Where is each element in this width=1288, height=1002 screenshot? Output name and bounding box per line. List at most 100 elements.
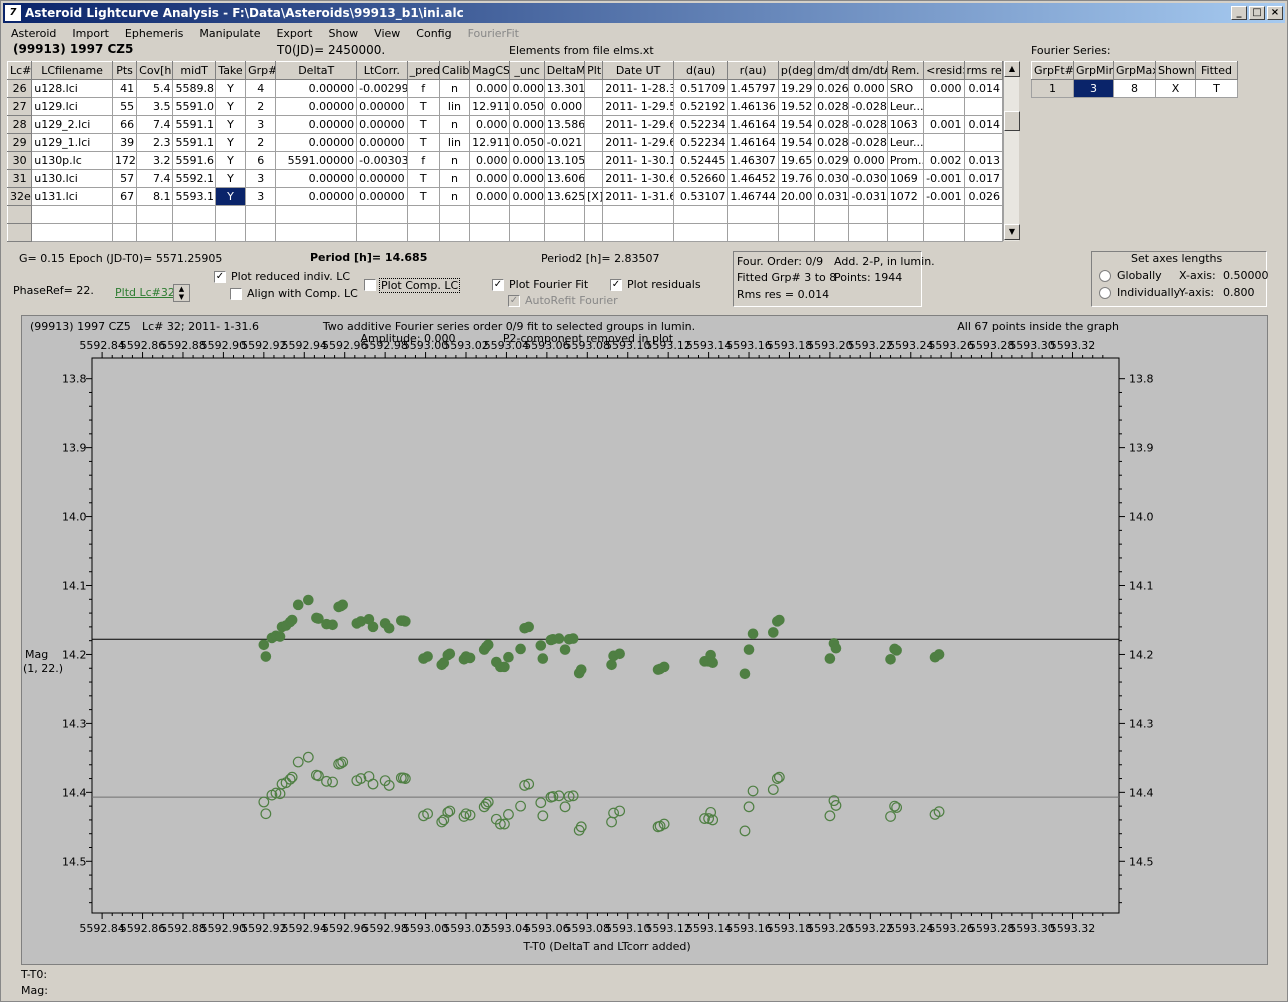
table-cell[interactable]	[543, 205, 586, 224]
table-cell[interactable]: 0.52660	[672, 169, 729, 188]
column-header[interactable]: Lc#	[6, 61, 33, 80]
table-cell[interactable]: 1.46452	[727, 169, 779, 188]
column-header[interactable]: Date UT	[602, 61, 674, 80]
table-cell[interactable]: T	[406, 115, 440, 134]
scroll-up-button[interactable]: ▲	[1004, 61, 1020, 77]
table-cell[interactable]: 0.000	[923, 79, 965, 98]
table-cell[interactable]	[406, 205, 440, 224]
table-cell[interactable]	[214, 205, 247, 224]
table-cell[interactable]	[814, 223, 850, 242]
table-cell[interactable]: 0.000	[848, 151, 888, 170]
table-cell[interactable]: 0.050	[509, 97, 545, 116]
checkbox-align-comp[interactable]	[230, 288, 242, 300]
table-cell[interactable]: u128.lci	[31, 79, 113, 98]
column-header[interactable]: d(au)	[672, 61, 729, 80]
table-cell[interactable]: 1	[1031, 79, 1074, 98]
table-cell[interactable]: 2011- 1-29.6	[602, 115, 674, 134]
table-cell[interactable]: 3.2	[136, 151, 174, 170]
plot-area[interactable]: (99913) 1997 CZ5 Lc# 32; 2011- 1-31.6 Two …	[21, 315, 1268, 965]
table-cell[interactable]: 0.00000	[275, 187, 358, 206]
table-cell[interactable]: 5.4	[136, 79, 174, 98]
menu-item-show[interactable]: Show	[320, 27, 366, 40]
column-header[interactable]: Cov[h]	[136, 61, 174, 80]
table-cell[interactable]	[777, 223, 816, 242]
table-cell[interactable]: -0.00303	[356, 151, 408, 170]
table-cell[interactable]: 0.029	[814, 151, 850, 170]
table-cell[interactable]: 2011- 1-31.6	[602, 187, 674, 206]
column-header[interactable]: Grp#	[245, 61, 277, 80]
table-cell[interactable]: T	[406, 133, 440, 152]
x-axis-value[interactable]: 0.50000	[1223, 269, 1269, 282]
table-cell[interactable]	[727, 205, 779, 224]
table-cell[interactable]: Y	[214, 79, 247, 98]
table-cell[interactable]: Y	[214, 151, 247, 170]
table-cell[interactable]: 0.000	[509, 187, 545, 206]
checkbox-plot-reduced[interactable]: ✓	[214, 271, 226, 283]
table-cell[interactable]	[469, 205, 511, 224]
title-bar[interactable]: 7 Asteroid Lightcurve Analysis - F:\Data…	[3, 3, 1285, 23]
table-cell[interactable]: 0.026	[814, 79, 850, 98]
table-cell[interactable]: 67	[111, 187, 138, 206]
table-cell[interactable]: 3	[245, 187, 277, 206]
table-row[interactable]	[6, 223, 1003, 242]
table-cell[interactable]: 1.45797	[727, 79, 779, 98]
table-cell[interactable]: 1.46164	[727, 115, 779, 134]
table-cell[interactable]: 0.031	[814, 187, 850, 206]
table-cell[interactable]: 0.00000	[356, 115, 408, 134]
table-cell[interactable]: 3	[245, 169, 277, 188]
row-header[interactable]: 27	[6, 97, 33, 116]
table-cell[interactable]: T	[406, 187, 440, 206]
table-cell[interactable]: n	[438, 79, 471, 98]
table-cell[interactable]	[469, 223, 511, 242]
table-cell[interactable]: 0.000	[469, 169, 511, 188]
table-cell[interactable]: 0.51709	[672, 79, 729, 98]
plotted-lc-link[interactable]: Pltd Lc#32:	[115, 286, 179, 299]
table-row[interactable]: 27 u129.lci 55 3.5 5591.0 Y 2 0.00000 0.00000 Tli…	[6, 97, 1003, 116]
table-cell[interactable]	[602, 223, 674, 242]
table-cell[interactable]: -0.028	[848, 133, 888, 152]
table-cell[interactable]: 19.54	[777, 133, 816, 152]
table-cell[interactable]: 1.46164	[727, 133, 779, 152]
column-header[interactable]: Pts	[111, 61, 138, 80]
table-cell[interactable]: 3	[245, 115, 277, 134]
table-cell[interactable]: 4	[245, 79, 277, 98]
table-cell[interactable]	[923, 223, 965, 242]
table-cell[interactable]: 5591.0	[172, 97, 216, 116]
column-header[interactable]: Calib.	[438, 61, 471, 80]
table-cell[interactable]: 2011- 1-28.3	[602, 79, 674, 98]
menu-item-import[interactable]: Import	[64, 27, 117, 40]
table-cell[interactable]: -0.028	[848, 115, 888, 134]
table-cell[interactable]: u129.lci	[31, 97, 113, 116]
table-cell[interactable]	[584, 169, 604, 188]
column-header[interactable]: DeltaM	[543, 61, 586, 80]
table-cell[interactable]: 0.026	[963, 187, 1003, 206]
table-cell[interactable]: 0.028	[814, 97, 850, 116]
table-cell[interactable]: 5591.6	[172, 151, 216, 170]
scroll-thumb[interactable]	[1004, 111, 1020, 131]
table-row[interactable]: 32e u131.lci 67 8.1 5593.1 Y 3 0.00000 0.00000 Tn…	[6, 187, 1003, 206]
table-cell[interactable]	[923, 205, 965, 224]
table-cell[interactable]: 5591.1	[172, 115, 216, 134]
column-header[interactable]: GrpMin	[1073, 61, 1114, 80]
table-row[interactable]: 30 u130p.lc 172 3.2 5591.6 Y 6 5591.00000 -0.003…	[6, 151, 1003, 170]
table-cell[interactable]: 0.014	[963, 115, 1003, 134]
table-cell[interactable]: 7.4	[136, 169, 174, 188]
table-cell[interactable]: 7.4	[136, 115, 174, 134]
table-cell[interactable]: 5591.00000	[275, 151, 358, 170]
table-cell[interactable]: X	[1155, 79, 1196, 98]
table-cell[interactable]	[963, 97, 1003, 116]
table-cell[interactable]: 0.002	[923, 151, 965, 170]
column-header[interactable]: Plt	[584, 61, 604, 80]
table-cell[interactable]: T	[1195, 79, 1238, 98]
y-axis-value[interactable]: 0.800	[1223, 286, 1255, 299]
table-cell[interactable]: u130p.lc	[31, 151, 113, 170]
column-header[interactable]: <resid>	[923, 61, 965, 80]
table-cell[interactable]	[356, 223, 408, 242]
table-cell[interactable]: 0.00000	[275, 133, 358, 152]
table-cell[interactable]: 2	[245, 133, 277, 152]
scroll-down-button[interactable]: ▼	[1004, 224, 1020, 240]
table-cell[interactable]	[543, 223, 586, 242]
table-cell[interactable]: -0.031	[848, 187, 888, 206]
table-cell[interactable]: 2011- 1-30.6	[602, 169, 674, 188]
table-cell[interactable]: 0.000	[543, 97, 586, 116]
